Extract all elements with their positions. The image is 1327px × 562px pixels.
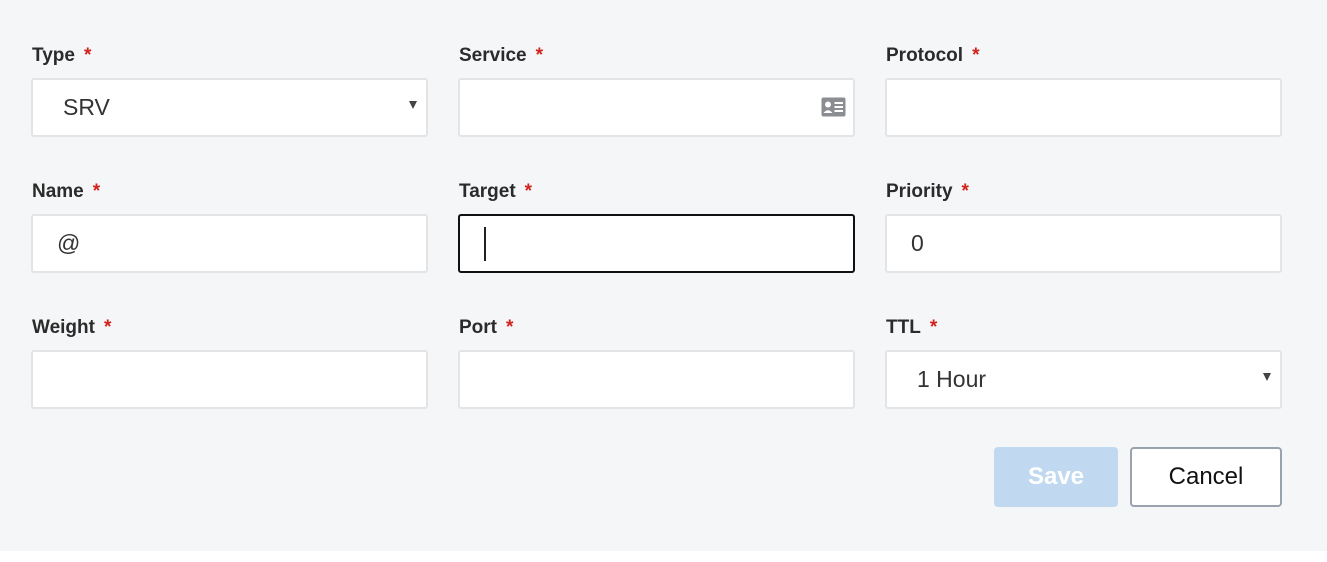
- priority-input-value: 0: [911, 230, 924, 256]
- weight-label: Weight *: [32, 317, 112, 338]
- ttl-label: TTL *: [886, 317, 938, 338]
- required-marker: *: [972, 45, 980, 66]
- name-input-value: @: [57, 230, 81, 256]
- required-marker: *: [103, 317, 112, 338]
- required-marker: *: [961, 181, 969, 202]
- dns-record-form: Type * SRV Service * Protocol * Name * @…: [0, 0, 1327, 551]
- type-select[interactable]: SRV: [31, 78, 428, 137]
- required-marker: *: [535, 45, 544, 66]
- port-label: Port *: [459, 317, 514, 338]
- required-marker: *: [929, 317, 938, 338]
- port-input[interactable]: [458, 350, 855, 409]
- required-marker: *: [524, 181, 533, 202]
- ttl-select[interactable]: 1 Hour: [885, 350, 1282, 409]
- service-label: Service *: [459, 45, 544, 66]
- required-marker: *: [83, 45, 92, 66]
- required-marker: *: [92, 181, 101, 202]
- service-input[interactable]: [458, 78, 855, 137]
- weight-input[interactable]: [31, 350, 428, 409]
- cancel-button[interactable]: Cancel: [1130, 447, 1282, 507]
- text-cursor: [484, 227, 486, 261]
- chevron-down-icon: [409, 101, 417, 109]
- protocol-label: Protocol *: [886, 45, 980, 66]
- protocol-input[interactable]: [885, 78, 1282, 137]
- name-label: Name *: [32, 181, 101, 202]
- priority-input[interactable]: 0: [885, 214, 1282, 273]
- target-label: Target *: [459, 181, 533, 202]
- save-button[interactable]: Save: [994, 447, 1118, 507]
- contact-card-icon[interactable]: [821, 97, 846, 117]
- name-input[interactable]: @: [31, 214, 428, 273]
- type-label: Type *: [32, 45, 92, 66]
- chevron-down-icon: [1263, 373, 1271, 381]
- priority-label: Priority *: [886, 181, 969, 202]
- target-input[interactable]: [458, 214, 855, 273]
- ttl-select-value: 1 Hour: [917, 366, 987, 392]
- required-marker: *: [506, 317, 514, 338]
- type-select-value: SRV: [63, 94, 110, 120]
